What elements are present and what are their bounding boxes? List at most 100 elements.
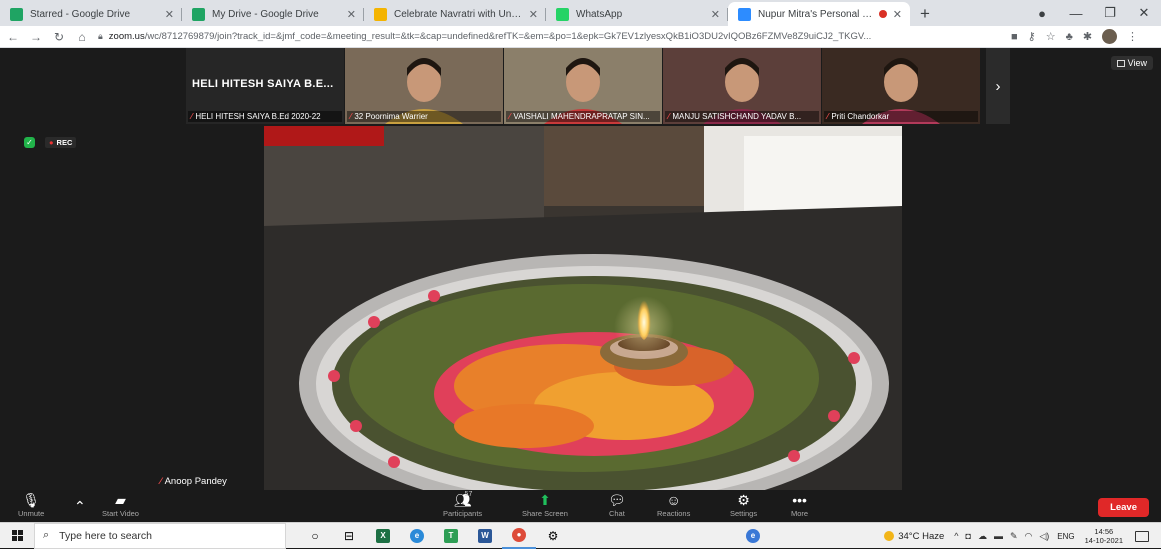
participants-count: 57	[464, 491, 473, 498]
weather-widget[interactable]: 34°C Haze	[884, 531, 944, 542]
profile-avatar[interactable]	[1102, 29, 1118, 44]
word-icon[interactable]: W	[468, 523, 502, 549]
browser-tab[interactable]: Nupur Mitra's Personal Meet ✕	[728, 2, 910, 26]
close-window-icon[interactable]: ✕	[1127, 5, 1161, 21]
share-screen-icon: ⬆	[539, 492, 551, 508]
forward-icon[interactable]: →	[26, 30, 46, 44]
leave-button[interactable]: Leave	[1098, 498, 1149, 517]
share-screen-button[interactable]: ⬆ Share Screen	[522, 492, 568, 518]
participant-tile[interactable]: 32 Poornima Warrier	[345, 48, 503, 124]
browser-tab-strip: Starred - Google Drive ✕ My Drive - Google…	[0, 0, 1161, 26]
volume-icon[interactable]: ◁)	[1039, 531, 1049, 542]
chat-icon: 💬︎	[608, 492, 626, 508]
active-speaker-name: Anoop Pandey	[160, 476, 227, 487]
home-icon[interactable]: ⌂	[72, 30, 92, 44]
minimize-icon[interactable]: —	[1059, 6, 1093, 21]
mic-muted-icon: 🎙︎	[22, 492, 41, 508]
tab-favicon-icon	[192, 7, 205, 21]
more-button[interactable]: ••• More	[791, 492, 808, 518]
participant-name-label: 32 Poornima Warrier	[347, 111, 501, 122]
tab-title: Celebrate Navratri with Unsung	[394, 8, 523, 20]
pen-icon[interactable]: ✎	[1010, 531, 1018, 542]
extension-icon[interactable]: ♣	[1066, 31, 1073, 43]
teams-icon[interactable]: T	[434, 523, 468, 549]
tab-close-icon[interactable]: ✕	[529, 8, 538, 21]
tab-close-icon[interactable]: ✕	[893, 8, 902, 21]
more-label: More	[791, 509, 809, 518]
taskbar-search[interactable]: ⌕ Type here to search	[34, 522, 286, 549]
window-controls: ● — ❐ ✕	[1025, 0, 1161, 26]
star-icon[interactable]: ☆	[1046, 30, 1056, 43]
browser-tab[interactable]: Celebrate Navratri with Unsung ✕	[364, 2, 546, 26]
participant-name-label: Priti Chandorkar	[824, 111, 978, 122]
reload-icon[interactable]: ↻	[49, 30, 69, 44]
edge-icon[interactable]: e	[400, 523, 434, 549]
tab-title: WhatsApp	[576, 8, 623, 20]
meeting-status: ✓ REC	[24, 137, 77, 148]
cloud-icon[interactable]: ☁	[978, 531, 987, 542]
active-speaker-video	[264, 126, 902, 490]
task-view-icon[interactable]: ⊟	[332, 523, 366, 549]
view-button[interactable]: View	[1110, 56, 1153, 70]
chat-button[interactable]: 💬︎ Chat	[608, 492, 626, 518]
clock-date: 14-10-2021	[1084, 536, 1123, 545]
puzzle-icon[interactable]: ✱	[1083, 30, 1092, 43]
browser-tab[interactable]: Starred - Google Drive ✕	[0, 2, 182, 26]
strip-next-arrow[interactable]: ›	[986, 48, 1010, 124]
windows-start-icon[interactable]	[0, 530, 34, 541]
shield-check-icon[interactable]: ✓	[24, 137, 35, 148]
share-screen-label: Share Screen	[522, 509, 568, 518]
tab-close-icon[interactable]: ✕	[165, 8, 174, 21]
participants-button[interactable]: 👥︎ 57 Participants	[443, 491, 483, 518]
chrome-icon[interactable]: ●	[502, 523, 536, 549]
gear-icon: ⚙	[737, 492, 750, 508]
tab-favicon-icon	[374, 7, 387, 21]
cortana-icon[interactable]: ○	[298, 523, 332, 549]
windows-taskbar: ⌕ Type here to search ○ ⊟ X e T W ● ⚙ e …	[0, 522, 1161, 549]
clock[interactable]: 14:56 14-10-2021	[1085, 527, 1123, 545]
profile-icon[interactable]: ●	[1025, 6, 1059, 21]
participant-tile[interactable]: MANJU SATISHCHAND YADAV B...	[663, 48, 821, 124]
notification-icon[interactable]	[1135, 530, 1149, 542]
audio-options-chevron[interactable]: ⌃	[74, 498, 86, 515]
start-video-button[interactable]: ▰ Start Video	[102, 492, 139, 518]
reactions-icon: ☺	[666, 492, 681, 508]
tab-close-icon[interactable]: ✕	[711, 8, 720, 21]
tab-favicon-icon	[10, 7, 23, 21]
key-icon[interactable]: ⚷	[1028, 30, 1036, 43]
participants-label: Participants	[443, 509, 483, 518]
participant-name-label: HELI HITESH SAIYA B.Ed 2020-22	[188, 111, 342, 122]
browser-pinned-icon[interactable]: e	[736, 523, 770, 549]
more-dots-icon: •••	[792, 492, 807, 508]
menu-icon[interactable]: ⋮	[1127, 30, 1138, 43]
unmute-label: Unmute	[18, 509, 45, 518]
excel-icon[interactable]: X	[366, 523, 400, 549]
camera-icon[interactable]: ■	[1011, 31, 1018, 43]
back-icon[interactable]: ←	[3, 30, 23, 44]
settings-button[interactable]: ⚙ Settings	[730, 492, 757, 518]
settings-app-icon[interactable]: ⚙	[536, 523, 570, 549]
language-indicator[interactable]: ENG	[1057, 532, 1074, 541]
wifi-icon[interactable]: ◠	[1025, 531, 1033, 542]
participant-tile[interactable]: Priti Chandorkar	[822, 48, 980, 124]
maximize-icon[interactable]: ❐	[1093, 5, 1127, 21]
battery-icon[interactable]: ▬	[994, 531, 1003, 542]
search-icon: ⌕	[43, 529, 50, 541]
reactions-label: Reactions	[657, 509, 691, 518]
chevron-up-icon[interactable]: ^	[954, 531, 958, 542]
address-bar[interactable]: 🔒︎ zoom.us /wc/8712769879/join?track_id=…	[98, 28, 1003, 46]
browser-toolbar: ← → ↻ ⌂ 🔒︎ zoom.us /wc/8712769879/join?t…	[0, 26, 1161, 48]
new-tab-button[interactable]: +	[910, 2, 940, 26]
browser-tab[interactable]: My Drive - Google Drive ✕	[182, 2, 364, 26]
reactions-button[interactable]: ☺ Reactions	[657, 492, 690, 518]
url-host: zoom.us	[108, 31, 145, 42]
participant-tile[interactable]: HELI HITESH SAIYA B.E... HELI HITESH SAIY…	[186, 48, 344, 124]
diya-scene-image	[264, 126, 902, 490]
participant-tile[interactable]: VAISHALI MAHENDRAPRATAP SIN...	[504, 48, 662, 124]
tab-close-icon[interactable]: ✕	[347, 8, 356, 21]
zoom-toolbar: 🎙︎ Unmute ⌃ ▰ Start Video 👥︎ 57 Particip…	[0, 490, 1161, 522]
dropbox-icon[interactable]: ◘	[966, 531, 971, 542]
participant-name-label: MANJU SATISHCHAND YADAV B...	[665, 111, 819, 122]
unmute-button[interactable]: 🎙︎ Unmute	[18, 492, 44, 518]
browser-tab[interactable]: WhatsApp ✕	[546, 2, 728, 26]
